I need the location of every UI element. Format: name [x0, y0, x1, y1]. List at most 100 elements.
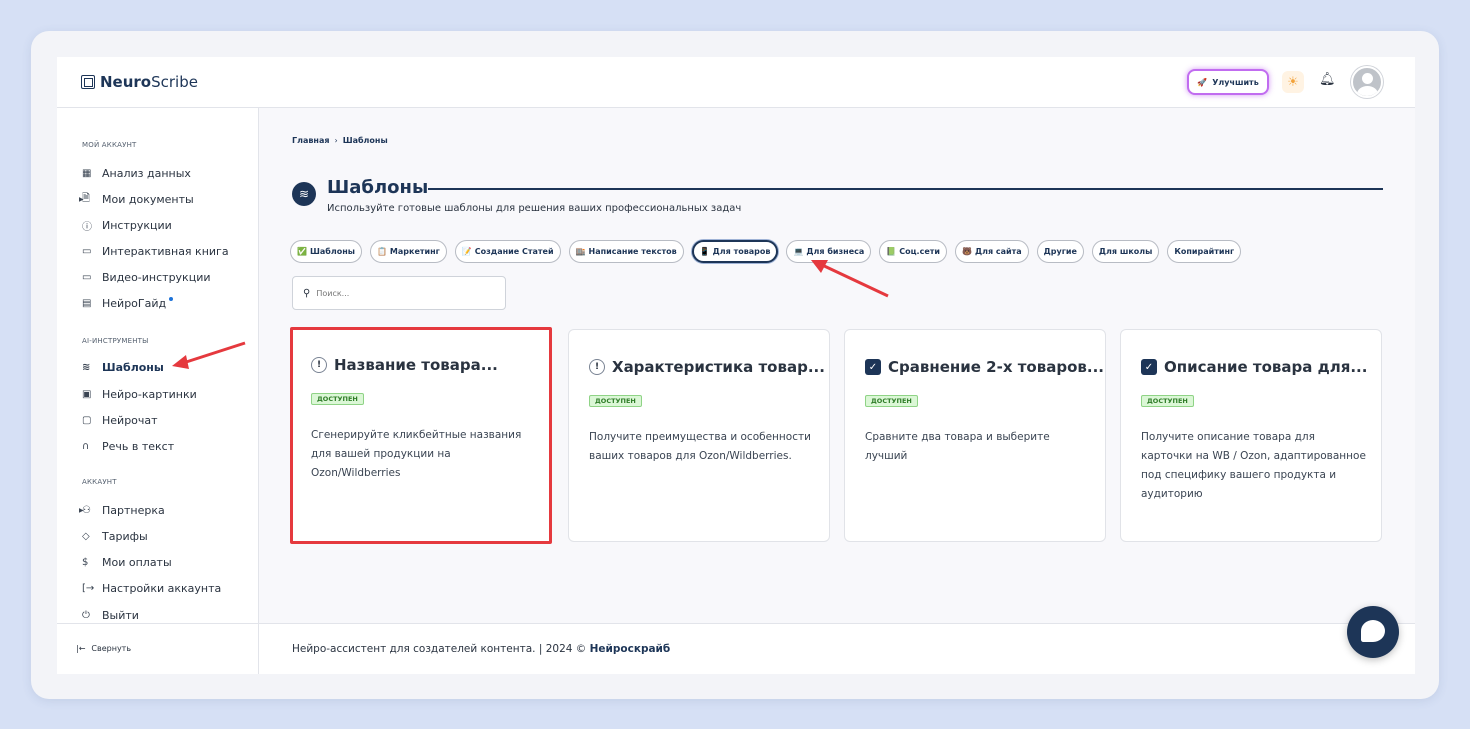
breadcrumb: Главная › Шаблоны [292, 136, 388, 145]
notifications-bell-icon[interactable]: 🔔︎ [1319, 72, 1336, 87]
chip-marketing[interactable]: 📋 Маркетинг [369, 240, 447, 263]
chip-text-writing[interactable]: 🏬 Написание текстов [568, 240, 684, 263]
card-description: Сравните два товара и выберите лучший [865, 431, 1050, 462]
card-description: Сгенерируйте кликбейтные названия для ва… [311, 429, 522, 479]
card-title: Описание товара для... [1164, 358, 1368, 376]
checkbox-icon: ✓ [1141, 359, 1157, 375]
page-subtitle: Используйте готовые шаблоны для решения … [327, 203, 742, 214]
chip-for-products[interactable]: 📱 Для товаров [691, 240, 779, 263]
layers-icon: ≋ [82, 361, 91, 373]
page-title: Шаблоны [327, 177, 429, 198]
search-input[interactable] [316, 288, 497, 298]
breadcrumb-home[interactable]: Главная [292, 136, 329, 145]
sidebar-item-video-instructions[interactable]: ▭ Видео-инструкции [82, 268, 211, 286]
brand-name: NeuroScribe [100, 73, 198, 91]
green-book-icon: 📗 [886, 247, 897, 256]
chip-copywriting[interactable]: Копирайтинг [1167, 240, 1242, 263]
template-card-product-name[interactable]: ! Название товара... ДОСТУПЕН Сгенерируй… [290, 327, 552, 544]
search-field[interactable]: ⚲ [292, 276, 506, 310]
upgrade-button[interactable]: 🚀 Улучшить [1187, 69, 1269, 95]
avatar[interactable] [1351, 66, 1383, 98]
card-title: Название товара... [334, 356, 498, 374]
tag-icon: ◇ [82, 530, 90, 542]
sidebar-item-interactive-book[interactable]: ▭ Интерактивная книга [82, 242, 229, 260]
sidebar-item-logout[interactable]: ⏻ Выйти [82, 606, 139, 624]
footer-copyright: Нейро-ассистент для создателей контента.… [292, 643, 590, 655]
sidebar-item-neuro-images[interactable]: ▣ Нейро-картинки [82, 385, 197, 403]
upgrade-label: Улучшить [1212, 77, 1259, 87]
title-divider [428, 188, 1383, 190]
card-title: Характеристика товар... [612, 358, 825, 376]
sidebar: МОЙ АККАУНТ ▦ Анализ данных ▶ 🗎 Мои докуме… [57, 108, 259, 674]
support-chat-button[interactable] [1347, 606, 1399, 658]
sidebar-footer: |← Свернуть [57, 623, 259, 674]
chip-other[interactable]: Другие [1036, 240, 1084, 263]
search-icon: ⚲ [303, 287, 311, 299]
template-card-product-features[interactable]: ! Характеристика товар... ДОСТУПЕН Получ… [568, 329, 830, 542]
chip-articles[interactable]: 📝 Создание Статей [454, 240, 561, 263]
footer-text: Нейро-ассистент для создателей контента.… [292, 643, 670, 655]
theme-toggle-sun-icon[interactable]: ☀ [1282, 71, 1304, 93]
sidebar-item-neuroguide[interactable]: ▤ НейроГайд [82, 294, 174, 312]
topbar: NeuroScribe 🚀 Улучшить ☀ 🔔︎ [57, 57, 1415, 108]
breadcrumb-separator-icon: › [334, 136, 338, 145]
help-circle-icon: ⓘ [82, 221, 92, 233]
sidebar-item-tariffs[interactable]: ◇ Тарифы [82, 527, 148, 545]
document-icon: 🗎 [82, 192, 91, 204]
users-icon: ⚇ [82, 504, 91, 516]
chip-for-site[interactable]: 🐻 Для сайта [954, 240, 1029, 263]
memo-icon: 📝 [461, 247, 472, 256]
sidebar-item-instructions[interactable]: ⓘ Инструкции [82, 216, 172, 234]
headphones-icon: ∩ [82, 440, 90, 452]
laptop-icon: 💻 [793, 247, 804, 256]
sidebar-item-payments[interactable]: $ Мои оплаты [82, 553, 172, 571]
section-title-account: АККАУНТ [82, 478, 117, 486]
info-icon: ! [589, 359, 605, 375]
image-icon: ▣ [82, 388, 92, 400]
brand-logo[interactable]: NeuroScribe [81, 73, 198, 91]
checkbox-icon: ✓ [865, 359, 881, 375]
logout-arrow-icon: [→ [82, 582, 95, 594]
status-badge: ДОСТУПЕН [589, 395, 642, 407]
phone-icon: 📱 [699, 247, 710, 256]
chip-for-business[interactable]: 💻 Для бизнеса [786, 240, 872, 263]
status-badge: ДОСТУПЕН [1141, 395, 1194, 407]
sidebar-item-partners[interactable]: ▶ ⚇ Партнерка [79, 501, 165, 519]
chip-templates[interactable]: ✅ Шаблоны [290, 240, 362, 263]
card-header: ✓ Описание товара для... [1141, 358, 1367, 376]
bear-icon: 🐻 [961, 247, 972, 256]
caret-right-icon: ▶ [79, 506, 84, 514]
chip-social[interactable]: 📗 Соц.сети [879, 240, 947, 263]
clipboard-icon: 📋 [376, 247, 387, 256]
guide-icon: ▤ [82, 297, 92, 309]
chip-for-school[interactable]: Для школы [1091, 240, 1160, 263]
section-title-ai-tools: AI-ИНСТРУМЕНТЫ [82, 337, 149, 345]
chat-icon: ▢ [82, 414, 92, 426]
footer: Нейро-ассистент для создателей контента.… [259, 623, 1415, 674]
breadcrumb-current: Шаблоны [342, 136, 388, 145]
sidebar-item-speech-to-text[interactable]: ∩ Речь в текст [82, 437, 174, 455]
video-icon: ▭ [82, 271, 92, 283]
status-badge: ДОСТУПЕН [311, 393, 364, 405]
collapse-sidebar-button[interactable]: |← Свернуть [76, 644, 131, 653]
card-header: ! Характеристика товар... [589, 358, 825, 376]
sidebar-item-neurochat[interactable]: ▢ Нейрочат [82, 411, 158, 429]
grid-icon: ▦ [82, 167, 92, 179]
card-description: Получите преимущества и особенности ваши… [589, 431, 811, 462]
sidebar-item-account-settings[interactable]: [→ Настройки аккаунта [82, 579, 221, 597]
logo-icon [81, 75, 95, 89]
layers-icon: ≋ [292, 182, 316, 206]
template-card-compare-products[interactable]: ✓ Сравнение 2-х товаров... ДОСТУПЕН Срав… [844, 329, 1106, 542]
footer-link[interactable]: Нейроскрайб [590, 643, 671, 655]
template-card-product-description[interactable]: ✓ Описание товара для... ДОСТУПЕН Получи… [1120, 329, 1382, 542]
sidebar-item-data-analysis[interactable]: ▦ Анализ данных [82, 164, 191, 182]
section-title-my-account: МОЙ АККАУНТ [82, 141, 137, 149]
card-title: Сравнение 2-х товаров... [888, 358, 1104, 376]
dollar-icon: $ [82, 556, 89, 568]
new-dot-indicator [169, 297, 174, 301]
info-icon: ! [311, 357, 327, 373]
sidebar-item-templates[interactable]: ≋ Шаблоны [82, 358, 164, 376]
sidebar-item-my-documents[interactable]: ▶ 🗎 Мои документы [79, 190, 194, 208]
rocket-icon: 🚀 [1197, 77, 1208, 87]
caret-right-icon: ▶ [79, 195, 84, 203]
